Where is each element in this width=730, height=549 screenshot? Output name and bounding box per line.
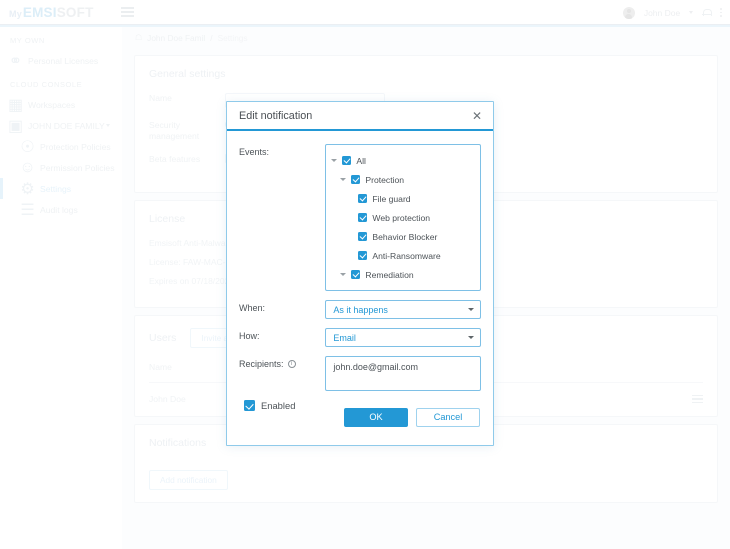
- field-how: How: Email: [239, 328, 481, 347]
- when-select[interactable]: As it happens: [325, 300, 481, 319]
- tree-node-protection[interactable]: Protection: [331, 170, 476, 189]
- how-label: How:: [239, 328, 325, 341]
- info-icon[interactable]: i: [288, 360, 296, 368]
- tree-node-label: Anti-Ransomware: [372, 251, 440, 261]
- dialog-body: Events: All Protection File guar: [227, 131, 493, 411]
- app-root: My EMSI SOFT John Doe MY OWN ⚭ Personal …: [0, 0, 730, 549]
- chevron-down-icon[interactable]: [331, 159, 337, 162]
- tree-node-label: Web protection: [372, 213, 430, 223]
- dialog-title: Edit notification: [239, 110, 312, 122]
- close-icon[interactable]: ✕: [472, 110, 482, 122]
- field-recipients: Recipients: i john.doe@gmail.com: [239, 356, 481, 391]
- when-selected-value: As it happens: [333, 305, 388, 315]
- tree-node-label: Behavior Blocker: [372, 232, 437, 242]
- tree-node-label: File guard: [372, 194, 410, 204]
- events-tree[interactable]: All Protection File guard Web protection: [325, 144, 481, 291]
- checkbox-remediation[interactable]: [351, 270, 360, 279]
- chevron-down-icon: [468, 308, 474, 311]
- tree-node-label: Protection: [365, 175, 404, 185]
- recipients-value: john.doe@gmail.com: [333, 362, 418, 372]
- checkbox-all[interactable]: [342, 156, 351, 165]
- checkbox-behavior-blocker[interactable]: [358, 232, 367, 241]
- dialog-footer: OK Cancel: [227, 389, 493, 445]
- events-label: Events:: [239, 144, 325, 157]
- field-when: When: As it happens: [239, 300, 481, 319]
- tree-node-anti-ransomware[interactable]: Anti-Ransomware: [331, 246, 476, 265]
- chevron-down-icon[interactable]: [340, 178, 346, 181]
- recipients-label-text: Recipients:: [239, 359, 284, 369]
- dialog-header: Edit notification ✕: [227, 102, 493, 131]
- when-label: When:: [239, 300, 325, 313]
- recipients-input[interactable]: john.doe@gmail.com: [325, 356, 481, 391]
- tree-node-all[interactable]: All: [331, 151, 476, 170]
- checkbox-protection[interactable]: [351, 175, 360, 184]
- chevron-down-icon: [468, 336, 474, 339]
- tree-node-file-guard[interactable]: File guard: [331, 189, 476, 208]
- checkbox-anti-ransomware[interactable]: [358, 251, 367, 260]
- field-events: Events: All Protection File guar: [239, 144, 481, 291]
- tree-node-web-protection[interactable]: Web protection: [331, 208, 476, 227]
- tree-node-label: Remediation: [365, 270, 413, 280]
- checkbox-web-protection[interactable]: [358, 213, 367, 222]
- edit-notification-dialog: Edit notification ✕ Events: All Protecti…: [226, 101, 494, 446]
- tree-node-label: All: [356, 156, 366, 166]
- checkbox-file-guard[interactable]: [358, 194, 367, 203]
- tree-node-remediation[interactable]: Remediation: [331, 265, 476, 284]
- ok-button[interactable]: OK: [344, 408, 408, 427]
- tree-node-behavior-blocker[interactable]: Behavior Blocker: [331, 227, 476, 246]
- how-selected-value: Email: [333, 333, 356, 343]
- cancel-button[interactable]: Cancel: [416, 408, 480, 427]
- how-select[interactable]: Email: [325, 328, 481, 347]
- chevron-down-icon[interactable]: [340, 273, 346, 276]
- recipients-label: Recipients: i: [239, 356, 325, 369]
